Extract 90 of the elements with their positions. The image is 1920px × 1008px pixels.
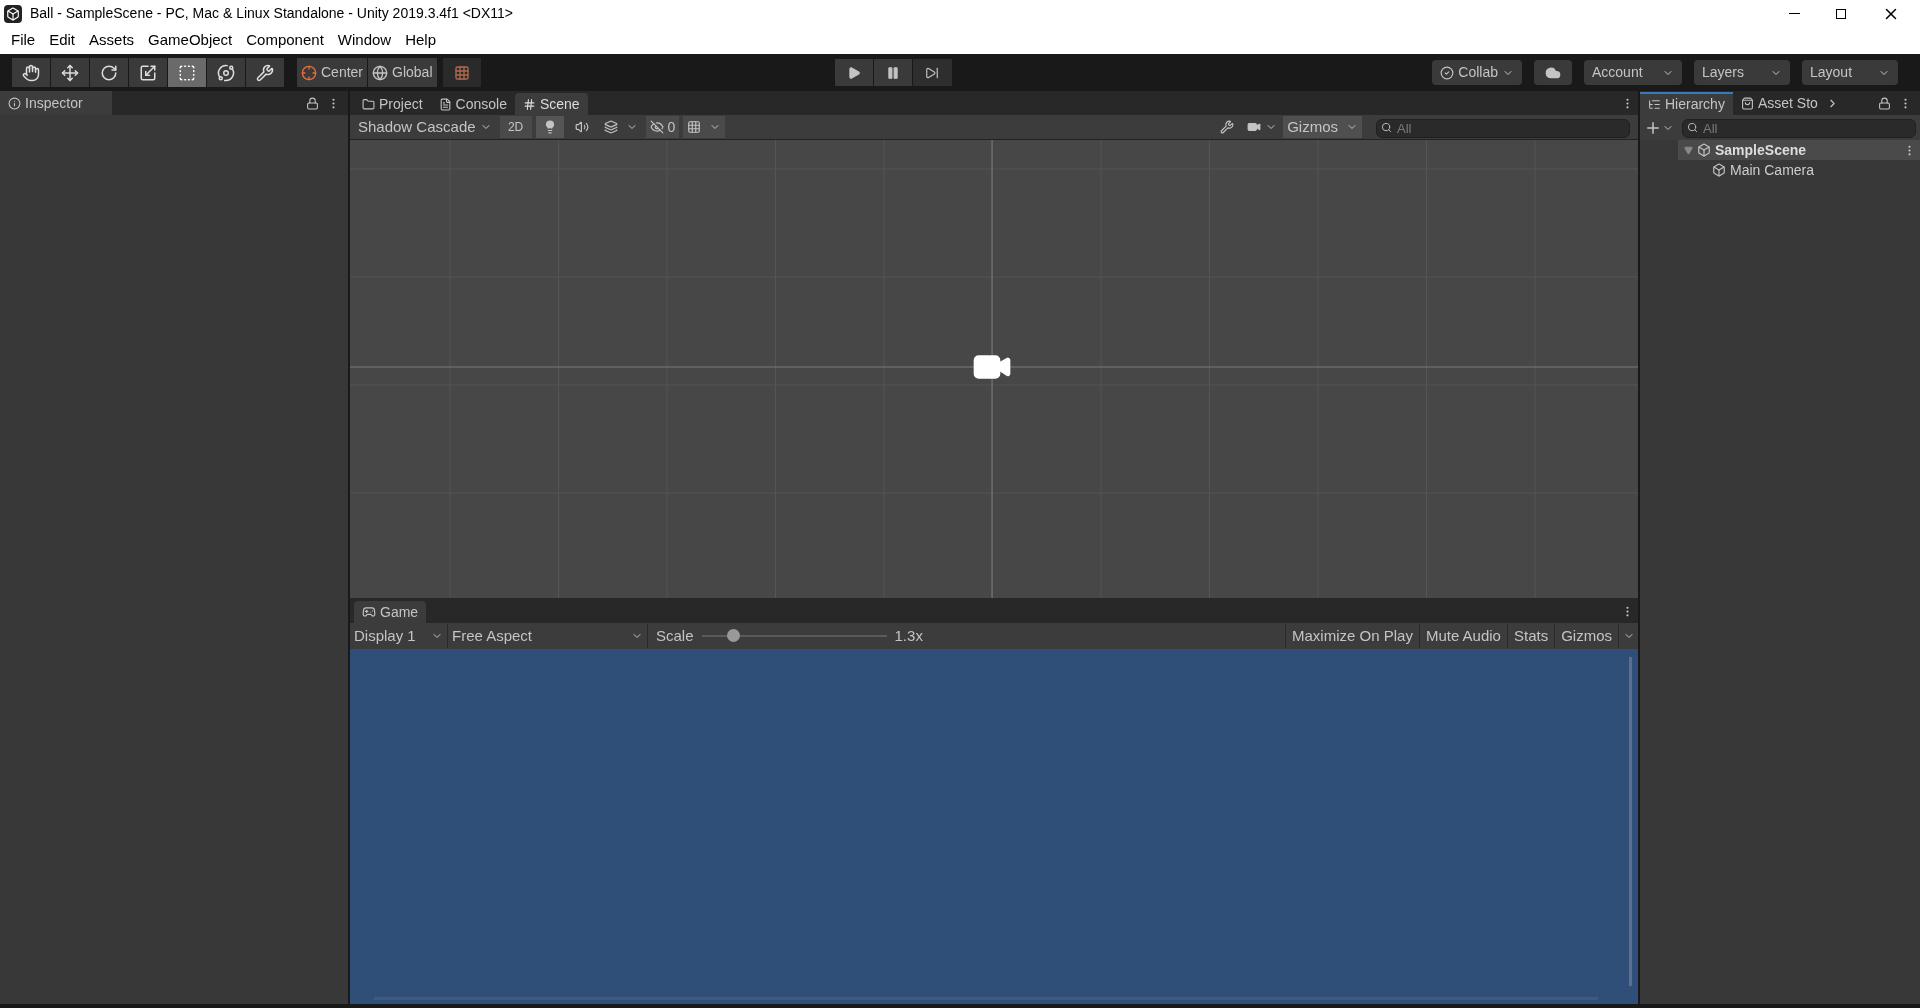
search-icon xyxy=(1381,121,1392,133)
grid-icon xyxy=(687,120,702,134)
space-button[interactable]: Global xyxy=(368,58,437,87)
tools-icon xyxy=(256,63,274,82)
menu-item[interactable]: GameObject xyxy=(141,29,240,52)
panel-tab[interactable]: Hierarchy xyxy=(1640,92,1733,115)
gamepad-icon xyxy=(362,605,376,619)
panel-tab[interactable]: Project xyxy=(354,93,431,115)
search-field[interactable]: All xyxy=(1376,118,1630,138)
panel-tab[interactable]: Asset Sto xyxy=(1732,92,1826,115)
rotate-icon xyxy=(100,63,118,82)
menu-item[interactable]: Component xyxy=(239,29,331,52)
console-icon xyxy=(438,97,452,111)
menu-item[interactable]: File xyxy=(4,29,43,52)
pivot-button[interactable]: Center xyxy=(297,58,369,87)
cloud-button[interactable] xyxy=(1534,60,1572,85)
game-toolbar-button[interactable]: Gizmos xyxy=(1554,624,1618,648)
scale-label: Scale xyxy=(656,625,694,646)
rect-icon xyxy=(178,63,196,82)
draw-mode-dropdown[interactable]: Shadow Cascade xyxy=(354,116,496,138)
menu-item[interactable]: Window xyxy=(330,29,399,52)
scale-icon xyxy=(139,63,157,82)
menu-item[interactable]: Assets xyxy=(82,29,142,52)
bag-icon xyxy=(1740,97,1754,110)
grid-snap-icon xyxy=(453,64,470,81)
app-icon xyxy=(4,4,22,23)
menu-item[interactable]: Edit xyxy=(42,29,83,52)
pause-icon xyxy=(885,65,900,80)
collab-button[interactable]: Collab xyxy=(1432,60,1522,85)
play-button[interactable] xyxy=(834,59,874,86)
grid-icon xyxy=(522,97,536,111)
game-tab[interactable]: Game xyxy=(354,601,427,623)
hierarchy-row[interactable]: SampleScene xyxy=(1678,140,1920,160)
snap-button[interactable] xyxy=(442,58,481,87)
tool-button[interactable] xyxy=(168,58,207,87)
eye-off-icon xyxy=(649,120,664,134)
2d-toggle[interactable]: 2D xyxy=(499,116,532,138)
folder-icon xyxy=(362,97,375,111)
aspect-dropdown[interactable]: Free Aspect xyxy=(448,624,648,648)
camera-icon xyxy=(1247,120,1262,134)
tools-icon xyxy=(1220,120,1235,134)
unity-scene-icon xyxy=(1697,143,1711,157)
panel-tab[interactable]: Scene xyxy=(514,93,588,115)
game-toolbar-button[interactable]: Stats xyxy=(1506,624,1555,648)
vertical-scrollbar[interactable] xyxy=(1629,657,1632,986)
check-icon xyxy=(1440,65,1455,80)
step-icon xyxy=(925,65,939,80)
restore-icon[interactable] xyxy=(1836,8,1846,19)
list-icon xyxy=(1648,98,1661,111)
scale-slider-thumb[interactable] xyxy=(726,629,740,642)
search-field[interactable]: All xyxy=(1682,119,1916,138)
speaker-icon xyxy=(574,120,589,134)
scene-label: SampleScene xyxy=(1715,140,1807,160)
pause-button[interactable] xyxy=(873,59,913,86)
layers-button[interactable]: Layers xyxy=(1694,60,1790,85)
hand-icon xyxy=(22,63,40,82)
inspector-tab[interactable]: Inspector xyxy=(0,91,112,115)
window-title: Ball - SampleScene - PC, Mac & Linux Standalone - Unity 2019.3.4f1 <DX11> xyxy=(30,4,513,23)
cube-icon xyxy=(1712,163,1726,177)
lock-icon[interactable] xyxy=(306,96,319,110)
menu-item[interactable]: Help xyxy=(398,29,444,52)
tool-button[interactable] xyxy=(12,58,51,87)
gizmos-dropdown[interactable]: Gizmos xyxy=(1283,116,1362,138)
tool-button[interactable] xyxy=(90,58,129,87)
lock-icon[interactable] xyxy=(1878,97,1891,110)
search-icon xyxy=(1687,122,1698,133)
play-icon xyxy=(846,65,861,80)
step-button[interactable] xyxy=(912,59,952,86)
grid-toggle[interactable] xyxy=(683,116,726,138)
move-icon xyxy=(61,63,79,82)
transform-icon xyxy=(217,63,235,82)
lighting-toggle[interactable] xyxy=(535,116,564,138)
panel-tab[interactable]: Console xyxy=(430,93,515,115)
display-dropdown[interactable]: Display 1 xyxy=(350,624,448,648)
tool-button[interactable] xyxy=(246,58,285,87)
pivot-icon xyxy=(301,64,317,81)
expand-arrow-icon[interactable] xyxy=(1684,145,1693,155)
game-toolbar-button[interactable]: Mute Audio xyxy=(1418,624,1507,648)
hierarchy-row[interactable]: Main Camera xyxy=(1678,160,1920,180)
game-toolbar-button[interactable]: Maximize On Play xyxy=(1285,624,1419,648)
globe-icon xyxy=(372,64,389,81)
info-icon xyxy=(8,96,21,110)
tool-button[interactable] xyxy=(129,58,168,87)
account-button[interactable]: Account xyxy=(1584,60,1682,85)
scale-value: 1.3x xyxy=(894,625,923,646)
layout-button[interactable]: Layout xyxy=(1802,60,1898,85)
tool-button[interactable] xyxy=(51,58,90,87)
layers-icon xyxy=(603,120,618,134)
hidden-objects-toggle[interactable]: 0 xyxy=(645,116,680,138)
tool-button[interactable] xyxy=(207,58,246,87)
